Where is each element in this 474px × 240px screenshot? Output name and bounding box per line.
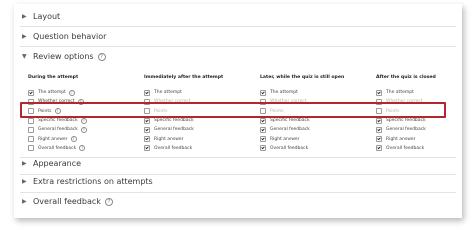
checkbox-label: Specific feedback [270, 118, 310, 124]
checkbox[interactable] [28, 117, 34, 124]
checkbox[interactable] [376, 145, 382, 152]
checkbox-label: Overall feedback [154, 145, 193, 151]
checkbox-label: Specific feedback [154, 118, 194, 124]
column-header: Later, while the quiz is still open [260, 75, 345, 80]
checkbox-label: Overall feedback [270, 145, 309, 151]
review-option-overall-feedback[interactable]: Overall feedback [260, 144, 310, 153]
chevron-down-icon: ▼ [22, 53, 27, 60]
checkbox[interactable] [144, 89, 150, 96]
chevron-right-icon: ▶ [22, 13, 27, 20]
divider [20, 192, 456, 193]
checkbox[interactable] [28, 145, 34, 152]
help-icon[interactable]: ? [70, 136, 77, 143]
section-title: Layout [33, 12, 61, 21]
divider [20, 174, 456, 175]
review-option-right-answer[interactable]: Right answer [260, 134, 310, 143]
divider [20, 157, 456, 158]
help-icon[interactable]: ? [104, 197, 113, 206]
checkbox[interactable] [376, 136, 382, 143]
checkbox[interactable] [260, 145, 266, 152]
review-option-overall-feedback[interactable]: Overall feedback? [28, 144, 87, 153]
review-column-closed: The attempt Whether correct Points Specific… [376, 88, 426, 153]
review-option-right-answer[interactable]: Right answer [144, 134, 194, 143]
section-title: Extra restrictions on attempts [33, 177, 153, 186]
checkbox[interactable] [260, 89, 266, 96]
review-option-general-feedback[interactable]: General feedback? [28, 125, 87, 134]
review-column-immediately: The attempt Whether correct Points Specific… [144, 88, 194, 153]
review-column-later: The attempt Whether correct Points Specific… [260, 88, 310, 153]
review-option-general-feedback[interactable]: General feedback [260, 125, 310, 134]
column-header: During the attempt [28, 75, 79, 80]
checkbox[interactable] [376, 89, 382, 96]
settings-panel: ▶ Layout ▶ Question behavior ▼ Review op… [14, 4, 462, 218]
checkbox[interactable] [376, 117, 382, 124]
help-icon[interactable]: ? [79, 145, 86, 152]
section-overall-feedback[interactable]: ▶ Overall feedback ? [22, 197, 113, 206]
checkbox[interactable] [144, 136, 150, 143]
checkbox-label: Right answer [154, 136, 184, 142]
review-option-right-answer[interactable]: Right answer? [28, 134, 87, 143]
review-option-the-attempt[interactable]: The attempt [376, 88, 426, 97]
checkbox[interactable] [376, 126, 382, 133]
checkbox[interactable] [260, 136, 266, 143]
review-option-the-attempt[interactable]: The attempt [144, 88, 194, 97]
section-title: Overall feedback [33, 197, 101, 206]
checkbox-label: Overall feedback [38, 145, 77, 151]
section-review-options[interactable]: ▼ Review options ? [22, 52, 106, 61]
points-row-highlight [20, 102, 446, 118]
section-title: Review options [33, 52, 94, 61]
checkbox[interactable] [144, 145, 150, 152]
section-extra-restrictions[interactable]: ▶ Extra restrictions on attempts [22, 177, 153, 186]
review-option-general-feedback[interactable]: General feedback [144, 125, 194, 134]
section-layout[interactable]: ▶ Layout [22, 12, 60, 21]
checkbox-label: Specific feedback [386, 118, 426, 124]
review-column-during: The attempt? Whether correct? Points? Speci… [28, 88, 87, 153]
checkbox[interactable] [28, 89, 34, 96]
chevron-right-icon: ▶ [22, 33, 27, 40]
help-icon[interactable]: ? [80, 126, 87, 133]
checkbox-label: Specific feedback [38, 118, 78, 124]
review-option-general-feedback[interactable]: General feedback [376, 125, 426, 134]
checkbox-label: General feedback [386, 127, 426, 133]
checkbox-label: Overall feedback [386, 145, 425, 151]
help-icon[interactable]: ? [68, 89, 75, 96]
review-option-overall-feedback[interactable]: Overall feedback [144, 144, 194, 153]
column-header: After the quiz is closed [376, 75, 436, 80]
checkbox-label: The attempt [386, 90, 414, 96]
checkbox[interactable] [260, 126, 266, 133]
section-appearance[interactable]: ▶ Appearance [22, 159, 81, 168]
section-question-behavior[interactable]: ▶ Question behavior [22, 32, 106, 41]
column-header: Immediately after the attempt [144, 75, 224, 80]
checkbox-label: General feedback [154, 127, 194, 133]
checkbox-label: The attempt [154, 90, 182, 96]
checkbox-label: General feedback [270, 127, 310, 133]
divider [20, 46, 456, 47]
help-icon[interactable]: ? [80, 117, 87, 124]
review-option-right-answer[interactable]: Right answer [376, 134, 426, 143]
checkbox[interactable] [260, 117, 266, 124]
help-icon[interactable]: ? [97, 52, 106, 61]
section-title: Appearance [33, 159, 82, 168]
section-title: Question behavior [33, 32, 107, 41]
chevron-right-icon: ▶ [22, 160, 27, 167]
checkbox[interactable] [28, 126, 34, 133]
checkbox-label: The attempt [38, 90, 66, 96]
chevron-right-icon: ▶ [22, 178, 27, 185]
checkbox-label: General feedback [38, 127, 78, 133]
checkbox-label: Right answer [38, 136, 68, 142]
checkbox[interactable] [144, 117, 150, 124]
review-option-the-attempt[interactable]: The attempt [260, 88, 310, 97]
divider [20, 26, 456, 27]
checkbox-label: Right answer [386, 136, 416, 142]
checkbox[interactable] [28, 136, 34, 143]
checkbox-label: Right answer [270, 136, 300, 142]
review-option-overall-feedback[interactable]: Overall feedback [376, 144, 426, 153]
review-option-the-attempt[interactable]: The attempt? [28, 88, 87, 97]
chevron-right-icon: ▶ [22, 198, 27, 205]
checkbox[interactable] [144, 126, 150, 133]
checkbox-label: The attempt [270, 90, 298, 96]
